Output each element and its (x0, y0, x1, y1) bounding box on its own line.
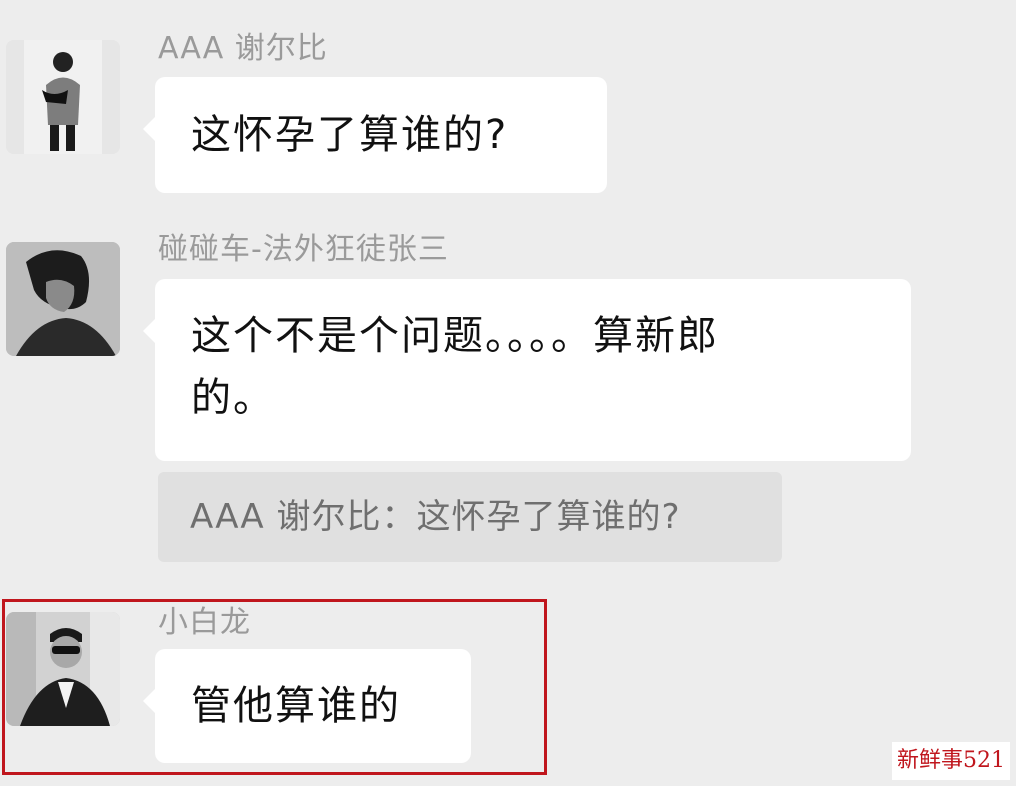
message-bubble[interactable]: 这个不是个问题。。。。算新郎 的。 (143, 279, 911, 461)
quoted-message[interactable]: AAA 谢尔比：这怀孕了算谁的? (158, 472, 782, 562)
highlight-box (2, 599, 547, 775)
watermark: 新鲜事521 (892, 742, 1010, 780)
person-icon (6, 242, 120, 356)
sender-name: 碰碰车-法外狂徒张三 (158, 232, 449, 267)
message-bubble[interactable]: 这怀孕了算谁的? (143, 77, 607, 193)
message-text-line: 这个不是个问题。。。。算新郎 (191, 313, 719, 359)
chat-area: AAA 谢尔比 这怀孕了算谁的? 碰碰车-法外狂徒张三 这个不是个问题。。。。算… (0, 0, 1016, 786)
person-icon (6, 40, 120, 154)
avatar-zhangsan[interactable] (6, 242, 120, 356)
message-text-line: 的。 (191, 375, 275, 421)
avatar-shelby[interactable] (6, 40, 120, 154)
sender-name: AAA 谢尔比 (158, 31, 328, 66)
